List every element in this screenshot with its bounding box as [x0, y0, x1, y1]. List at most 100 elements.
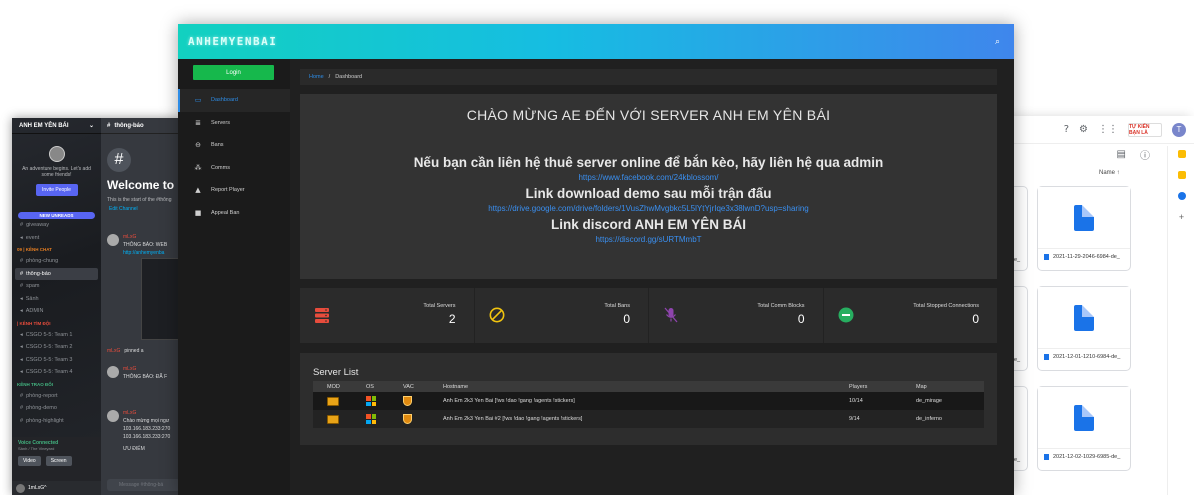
tasks-icon[interactable] [1177, 192, 1186, 200]
account-avatar[interactable]: T [1172, 122, 1186, 137]
channel-item[interactable]: # phòng-chung [12, 255, 101, 268]
channel-item[interactable]: # spam [12, 280, 101, 293]
channel-item[interactable]: # giveaway [12, 219, 101, 232]
breadcrumb-separator: / [328, 74, 331, 80]
message-input[interactable]: Message #thông-bá [107, 479, 180, 491]
speaker-icon: ◂ [20, 308, 23, 315]
hash-icon: # [20, 417, 24, 424]
category-chat[interactable]: 09 | KÊNH CHAT [12, 244, 101, 255]
file-card[interactable]: 2021-11-29-2046-6984-de_ [1037, 186, 1131, 271]
breadcrumb-home[interactable]: Home [309, 74, 324, 80]
help-icon[interactable]: ? [1064, 124, 1069, 135]
report-icon: ▲ [195, 186, 201, 195]
breadcrumb: Home / Dashboard [300, 69, 997, 85]
sort-name-button[interactable]: Name ↑ [1099, 170, 1120, 176]
category-team[interactable]: | KÊNH TÌM ĐỘI [12, 318, 101, 329]
sidebar-item-bans[interactable]: ⊖ Bans [178, 134, 290, 157]
ban-icon: ⊖ [195, 141, 201, 150]
server-header[interactable]: ANH EM YÊN BÁI ⌄ [12, 118, 101, 134]
avatar [107, 410, 119, 422]
sidebar-item-comms[interactable]: ⁂ Comms [178, 157, 290, 180]
server-icon [314, 307, 330, 323]
avatar [48, 146, 65, 162]
channel-item[interactable]: # phòng-report [12, 390, 101, 403]
channel-item[interactable]: # phòng-demo [12, 402, 101, 415]
video-button[interactable]: Video [18, 456, 41, 466]
table-header: MOD OS VAC Hostname Players Map [313, 381, 984, 392]
org-logo: TỰ KIẾN BẠN LÀ [1128, 122, 1162, 137]
add-addon-icon[interactable]: + [1178, 213, 1186, 222]
server-hostname: Anh Em 2k3 Yen Bai [!ws !dao !gang !agen… [443, 398, 575, 404]
keep-icon[interactable] [1177, 171, 1186, 179]
sidebar-item-servers[interactable]: ≣ Servers [178, 112, 290, 135]
drive-view-controls: ▤ ⓘ [1001, 144, 1194, 164]
category-report[interactable]: KÊNH TRAO ĐỔI [12, 379, 101, 390]
discord-link[interactable]: https://discord.gg/sURTMmbT [300, 235, 997, 244]
main-content: Home / Dashboard CHÀO MỪNG AE ĐẾN VỚI SE… [290, 59, 1014, 495]
server-hostname: Anh Em 2k3 Yen Bai #2 [!ws !dao !gang !a… [443, 416, 583, 422]
message: mLxG pinned a [107, 348, 144, 354]
new-unreads-badge[interactable]: NEW UNREADS [18, 212, 95, 219]
calendar-icon[interactable] [1177, 150, 1186, 158]
hash-icon: # [20, 405, 24, 412]
file-type-icon [1044, 454, 1049, 460]
voice-channel[interactable]: ◂ CSGO 5-5: Team 2 [12, 341, 101, 354]
popup-text: An adventure begins. Let's add some frie… [22, 166, 91, 178]
windows-icon [366, 396, 376, 406]
voice-channel[interactable]: ◂ CSGO 5-5: Team 1 [12, 329, 101, 342]
stop-connection-icon [838, 307, 854, 323]
server-map: de_inferno [916, 416, 942, 422]
channel-item[interactable]: ◂ ADMIN [12, 305, 101, 318]
drive-link[interactable]: https://drive.google.com/drive/folders/1… [300, 204, 997, 213]
hash-icon: # [20, 258, 24, 265]
hash-icon: # [20, 270, 24, 277]
server-players: 10/14 [849, 398, 863, 404]
csgo-mod-icon [327, 414, 339, 424]
file-card[interactable]: 2021-12-01-1210-6984-de_ [1037, 286, 1131, 371]
file-card-partial[interactable]: e_ [1014, 386, 1028, 471]
channel-item-active[interactable]: # thông-báo [15, 267, 98, 280]
file-type-icon [1044, 254, 1049, 260]
mic-off-icon [663, 307, 679, 323]
file-name: 2021-11-29-2046-6984-de_ [1053, 254, 1120, 260]
sidebar-item-appeal-ban[interactable]: ■ Appeal Ban [178, 202, 290, 225]
breadcrumb-current: Dashboard [335, 74, 363, 80]
channel-item[interactable]: # phòng-highlight [12, 415, 101, 428]
column-header: OS [366, 383, 374, 390]
list-view-icon[interactable]: ▤ [1117, 149, 1126, 160]
vac-shield-icon [403, 396, 412, 406]
drive-side-panel: + [1167, 146, 1194, 495]
facebook-link[interactable]: https://www.facebook.com/24kblossom/ [300, 173, 997, 182]
avatar [16, 483, 25, 493]
voice-channel[interactable]: ◂ CSGO 5-5: Team 4 [12, 366, 101, 379]
voice-channel[interactable]: ◂ CSGO 5-5: Team 3 [12, 354, 101, 367]
comms-icon: ⁂ [194, 163, 202, 172]
message: mLxG Chào mừng mọi ngư 103.166.183.233:270… [107, 410, 170, 452]
channel-item[interactable]: ◂ event [12, 232, 101, 245]
server-table: MOD OS VAC Hostname Players Map Anh Em 2… [313, 381, 984, 428]
sidebar-item-dashboard[interactable]: ▭ Dashboard [178, 89, 290, 112]
invite-people-button[interactable]: Invite People [35, 184, 78, 196]
contact-heading: Nếu bạn cần liên hệ thuê server online đ… [413, 155, 884, 170]
screen-button[interactable]: Screen [45, 456, 72, 466]
message: mLxG THÔNG BÁO: WEB http://anhemyenba [107, 234, 167, 256]
login-button[interactable]: Login [193, 65, 274, 80]
sidebar-item-report-player[interactable]: ▲ Report Player [178, 179, 290, 202]
apps-grid-icon[interactable]: ⋮⋮ [1098, 124, 1118, 135]
hash-icon: # [20, 283, 24, 290]
embed-image[interactable] [141, 258, 180, 340]
settings-icon[interactable]: ⚙ [1079, 124, 1088, 135]
search-icon[interactable]: ⌕ [995, 37, 1000, 47]
hash-icon: # [107, 148, 131, 172]
welcome-box: CHÀO MỪNG AE ĐẾN VỚI SERVER ANH EM YÊN B… [300, 94, 997, 279]
site-brand[interactable]: ANHEMYENBAI [188, 35, 277, 48]
table-row[interactable]: Anh Em 2k3 Yen Bai [!ws !dao !gang !agen… [313, 392, 984, 410]
channel-item[interactable]: ◂ Sảnh [12, 293, 101, 306]
file-card[interactable]: 2021-12-02-1029-6985-de_ [1037, 386, 1131, 471]
file-card-partial[interactable]: e_ [1014, 286, 1028, 371]
info-icon[interactable]: ⓘ [1140, 147, 1150, 162]
table-row[interactable]: Anh Em 2k3 Yen Bai #2 [!ws !dao !gang !a… [313, 410, 984, 428]
file-icon [1074, 304, 1094, 331]
edit-channel-link[interactable]: Edit Channel [109, 206, 180, 212]
file-card-partial[interactable]: e_ [1014, 186, 1028, 271]
